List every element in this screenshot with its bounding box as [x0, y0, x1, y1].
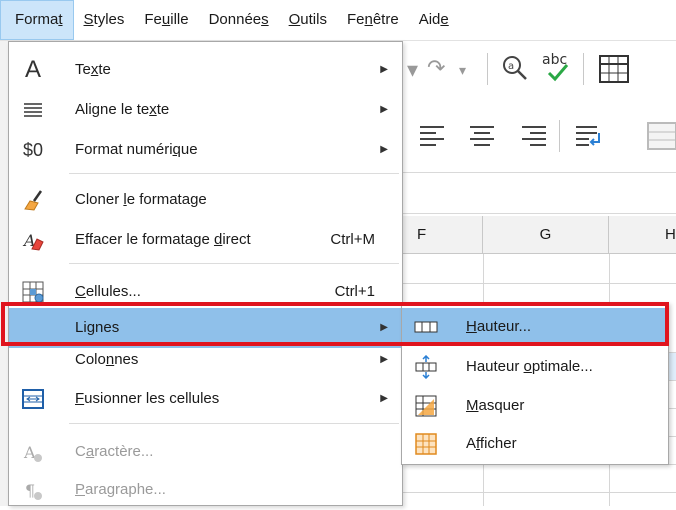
- merge-cells-icon: [17, 379, 49, 419]
- clone-formatting-icon: [17, 180, 49, 220]
- number-format-icon: $0: [22, 139, 44, 160]
- submenu-arrow-icon: ▶: [380, 104, 388, 115]
- menu-item-texte[interactable]: A Texte ▶: [9, 50, 402, 90]
- menu-item-cloner-le-formatage[interactable]: Cloner le formatage: [9, 180, 402, 220]
- spellcheck-icon[interactable]: abc: [541, 51, 575, 87]
- align-text-icon: [17, 90, 49, 130]
- text-a-icon: A: [24, 56, 41, 83]
- hide-rows-icon: [410, 387, 442, 425]
- menu-aide[interactable]: Aide: [409, 0, 459, 40]
- show-rows-icon: [410, 425, 442, 463]
- format-menu: A Texte ▶ Aligne le texte ▶ $0 Format nu…: [8, 41, 403, 506]
- standard-toolbar: ▾ ↷ ▾ a abc: [403, 41, 676, 99]
- character-icon: A: [17, 432, 49, 472]
- align-center-icon[interactable]: [469, 124, 495, 152]
- align-right-icon[interactable]: [521, 124, 547, 152]
- column-header-g[interactable]: G: [483, 216, 609, 254]
- menu-fenetre[interactable]: Fenêtre: [337, 0, 409, 40]
- menu-item-paragraphe: ¶ Paragraphe...: [9, 470, 402, 510]
- align-left-icon[interactable]: [419, 124, 445, 152]
- svg-text:a: a: [508, 61, 514, 72]
- submenu-arrow-icon: ▶: [380, 64, 388, 75]
- menu-item-fusionner-les-cellules[interactable]: Fusionner les cellules ▶: [9, 379, 402, 419]
- submenu-item-masquer[interactable]: Masquer: [402, 387, 668, 425]
- submenu-arrow-icon: ▶: [380, 393, 388, 404]
- menu-format[interactable]: Format: [0, 0, 74, 40]
- cells-icon: [17, 272, 49, 312]
- submenu-arrow-icon: ▶: [380, 144, 388, 155]
- submenu-item-afficher[interactable]: Afficher: [402, 425, 668, 463]
- menu-styles[interactable]: Styles: [74, 0, 135, 40]
- redo-dropdown-icon[interactable]: ▾: [459, 59, 466, 81]
- paragraph-icon: ¶: [17, 470, 49, 510]
- rows-submenu: Hauteur... Hauteur optimale... Masquer A…: [401, 302, 669, 465]
- column-header-f[interactable]: F: [403, 216, 483, 254]
- submenu-item-hauteur-optimale[interactable]: Hauteur optimale...: [402, 348, 668, 386]
- menu-item-aligne-le-texte[interactable]: Aligne le texte ▶: [9, 90, 402, 130]
- submenu-item-hauteur[interactable]: Hauteur...: [402, 308, 668, 346]
- menu-outils[interactable]: Outils: [279, 0, 337, 40]
- clear-formatting-icon: A: [17, 220, 49, 260]
- column-header-h[interactable]: H: [609, 216, 676, 254]
- wrap-text-icon[interactable]: [575, 124, 603, 154]
- submenu-arrow-icon: ▶: [380, 354, 388, 365]
- row-height-icon: [410, 308, 442, 346]
- formula-bar[interactable]: [403, 172, 676, 214]
- menu-bar: Format Styles Feuille Données Outils Fen…: [0, 0, 676, 41]
- menu-item-cellules[interactable]: Cellules... Ctrl+1: [9, 272, 402, 312]
- undo-dropdown-icon[interactable]: ▾: [407, 59, 418, 81]
- svg-text:¶: ¶: [25, 481, 35, 500]
- menu-item-format-numerique[interactable]: $0 Format numérique ▶: [9, 130, 402, 170]
- merge-center-icon[interactable]: [647, 122, 676, 154]
- svg-text:A: A: [23, 443, 36, 462]
- menu-item-caractere: A Caractère...: [9, 432, 402, 472]
- menu-feuille[interactable]: Feuille: [134, 0, 198, 40]
- menu-donnees[interactable]: Données: [199, 0, 279, 40]
- formatting-toolbar: [403, 100, 676, 172]
- insert-table-icon[interactable]: [599, 55, 629, 87]
- redo-icon[interactable]: ↷: [427, 57, 445, 79]
- menu-item-effacer-le-formatage-direct[interactable]: A Effacer le formatage direct Ctrl+M: [9, 220, 402, 260]
- svg-text:abc: abc: [542, 52, 567, 68]
- menu-item-colonnes[interactable]: Colonnes ▶: [9, 341, 402, 379]
- find-replace-icon[interactable]: a: [501, 54, 529, 86]
- optimal-height-icon: [410, 348, 442, 386]
